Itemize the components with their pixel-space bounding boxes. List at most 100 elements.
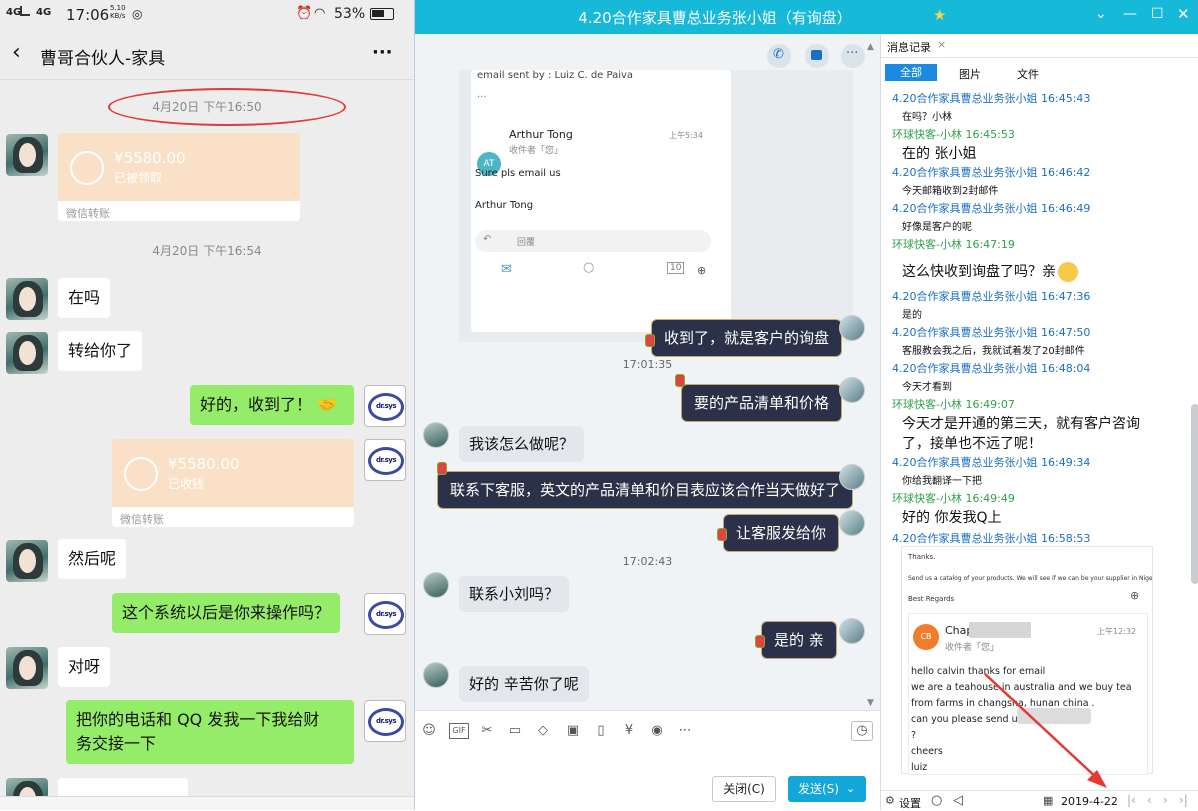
gear-icon[interactable]: ⚙ <box>885 794 895 807</box>
transfer-card-1[interactable]: ¥5580.00 已被领取 微信转账 <box>58 133 300 221</box>
history-message: 客服教会我之后，我就试着发了20封邮件 <box>902 346 1085 357</box>
chevron-down-icon[interactable]: ⌄ <box>846 776 855 802</box>
more-options-icon[interactable]: ··· <box>841 44 865 68</box>
message-bubble-sent[interactable]: 这个系统以后是你来操作吗？ <box>112 593 341 633</box>
avatar[interactable] <box>423 572 449 598</box>
history-sender: 4.20合作家具曹总业务张小姐 16:49:34 <box>892 456 1091 469</box>
maximize-icon[interactable]: ☐ <box>1151 6 1164 22</box>
avatar-self[interactable] <box>839 464 865 490</box>
filter-images[interactable]: 图片 <box>959 66 981 82</box>
message-bubble-sent[interactable]: 把你的电话和 QQ 发我一下我给财 务交接一下 <box>66 700 354 764</box>
avatar-self[interactable] <box>839 618 865 644</box>
back-icon[interactable]: ‹ <box>12 42 21 64</box>
message-bubble-sent[interactable]: 好的，收到了！ 🤝 <box>190 385 354 425</box>
red-packet-icon[interactable]: ¥ <box>621 723 637 739</box>
message-bubble-sent[interactable]: 联系下客服，英文的产品清单和价目表应该合作当天做好了 <box>437 471 854 509</box>
net-speed: 5.10 KB/s <box>110 4 126 20</box>
avatar-self[interactable] <box>839 315 865 341</box>
scroll-down-icon[interactable]: ▼ <box>867 698 874 708</box>
message-bubble-sent[interactable]: 是的 亲 <box>761 621 837 659</box>
message-input-area[interactable]: 关闭(C) 发送(S) ⌄ <box>415 750 880 810</box>
message-bubble-sent[interactable]: 让客服发给你 <box>723 514 840 552</box>
gif-icon[interactable]: GIF <box>449 723 469 739</box>
lantern-decoration <box>645 334 655 347</box>
emoji-icon[interactable]: ☺ <box>421 723 437 739</box>
history-sender: 环球快客-小林 16:49:49 <box>892 492 1015 505</box>
history-message: 是的 <box>902 310 922 321</box>
scissors-icon[interactable]: ✂ <box>479 723 495 739</box>
qq-chat-window: 4.20合作家具曹总业务张小姐（有询盘） ★ ⌄ — ☐ ✕ ✆ ··· ema… <box>414 0 1198 810</box>
minimize-icon[interactable]: — <box>1123 6 1137 22</box>
email-sent-by: email sent by : Luiz C. de Paiva <box>477 70 634 81</box>
calendar-icon[interactable]: ▦ <box>1043 794 1053 807</box>
history-sender: 环球快客-小林 16:47:19 <box>892 238 1015 251</box>
phone-call-icon[interactable]: ✆ <box>767 44 791 68</box>
chevron-down-icon[interactable]: ⌄ <box>1095 6 1107 22</box>
last-page-icon[interactable]: ›| <box>1179 793 1188 807</box>
avatar-self[interactable]: dr.sys <box>364 593 406 635</box>
image-icon[interactable]: ▣ <box>565 723 581 739</box>
search-icon[interactable]: ○ <box>931 793 942 808</box>
first-page-icon[interactable]: |‹ <box>1127 793 1136 807</box>
email-line: Thanks. <box>908 553 936 561</box>
input-bar[interactable] <box>0 796 414 810</box>
video-call-icon[interactable] <box>805 44 829 68</box>
avatar-self[interactable] <box>839 377 865 403</box>
message-bubble[interactable]: 好的 辛苦你了呢 <box>459 666 589 702</box>
input-toolbar: ☺ GIF ✂ ▭ ◇ ▣ ▯ ¥ ◉ ⋯ ◷ <box>415 710 880 750</box>
history-message: 这么快收到询盘了吗？亲 <box>902 264 1056 280</box>
logo-text: dr.sys <box>375 456 397 464</box>
settings-label[interactable]: 设置 <box>899 795 921 811</box>
message-bubble[interactable]: 在吗 <box>58 278 111 318</box>
history-date[interactable]: 2019-4-22 <box>1061 795 1118 808</box>
signal-icon <box>20 6 30 16</box>
email-screenshot-image[interactable]: email sent by : Luiz C. de Paiva ··· AT … <box>459 70 853 342</box>
close-icon[interactable]: ✕ <box>1177 5 1190 23</box>
music-icon[interactable]: ◉ <box>649 723 665 739</box>
email-sender: Arthur Tong <box>509 128 573 141</box>
scroll-up-icon[interactable]: ▲ <box>867 42 874 52</box>
avatar[interactable] <box>6 134 48 176</box>
history-sender: 4.20合作家具曹总业务张小姐 16:46:42 <box>892 166 1091 179</box>
send-button[interactable]: 发送(S) ⌄ <box>788 776 866 802</box>
message-bubble[interactable]: 我该怎么做呢？ <box>459 426 585 462</box>
history-clock-icon[interactable]: ◷ <box>851 721 873 741</box>
avatar[interactable] <box>6 278 48 320</box>
avatar[interactable] <box>6 332 48 374</box>
message-bubble-sent[interactable]: 要的产品清单和价格 <box>681 384 843 422</box>
mail-icon: ✉ <box>501 262 512 277</box>
avatar-self[interactable]: dr.sys <box>364 439 406 481</box>
avatar-self[interactable]: dr.sys <box>364 700 406 742</box>
video-icon[interactable]: ▯ <box>593 723 609 739</box>
prev-page-icon[interactable]: ‹ <box>1147 793 1152 807</box>
email-line: Send us a catalog of your products. We w… <box>908 575 1152 582</box>
avatar[interactable] <box>6 647 48 689</box>
close-button[interactable]: 关闭(C) <box>712 776 776 802</box>
avatar-self[interactable] <box>839 510 865 536</box>
filter-files[interactable]: 文件 <box>1017 66 1039 82</box>
history-tab[interactable]: 消息记录 <box>887 39 931 55</box>
transfer-card-2[interactable]: ¥5580.00 已收钱 微信转账 <box>112 439 354 527</box>
history-scrollbar[interactable] <box>1191 404 1198 584</box>
screenshot-icon[interactable]: ◇ <box>535 723 551 739</box>
message-bubble-sent[interactable]: 收到了，就是客户的询盘 <box>651 319 843 357</box>
avatar[interactable] <box>6 540 48 582</box>
folder-icon[interactable]: ▭ <box>507 723 523 739</box>
history-bottom-bar: ⚙ 设置 ○ ◁ ▦ 2019-4-22 |‹ ‹ › ›| <box>881 790 1198 810</box>
message-bubble[interactable]: 转给你了 <box>58 331 143 371</box>
filter-all[interactable]: 全部 <box>885 64 937 81</box>
message-bubble[interactable]: 然后呢 <box>58 539 127 579</box>
speaker-icon[interactable]: ◁ <box>953 793 963 808</box>
avatar[interactable] <box>423 422 449 448</box>
message-bubble[interactable]: 联系小刘吗？ <box>459 576 570 612</box>
avatar-self[interactable]: dr.sys <box>364 385 406 427</box>
alarm-icon: ⏰ <box>296 6 313 21</box>
lantern-decoration <box>755 635 765 648</box>
message-bubble[interactable]: 对呀 <box>58 647 111 687</box>
next-page-icon[interactable]: › <box>1163 793 1168 807</box>
more-icon[interactable]: ··· <box>372 42 393 63</box>
avatar[interactable] <box>423 662 449 688</box>
zoom-icon: ⊕ <box>1130 589 1140 602</box>
more-tools-icon[interactable]: ⋯ <box>677 723 693 739</box>
close-tab-icon[interactable]: × <box>937 38 946 51</box>
